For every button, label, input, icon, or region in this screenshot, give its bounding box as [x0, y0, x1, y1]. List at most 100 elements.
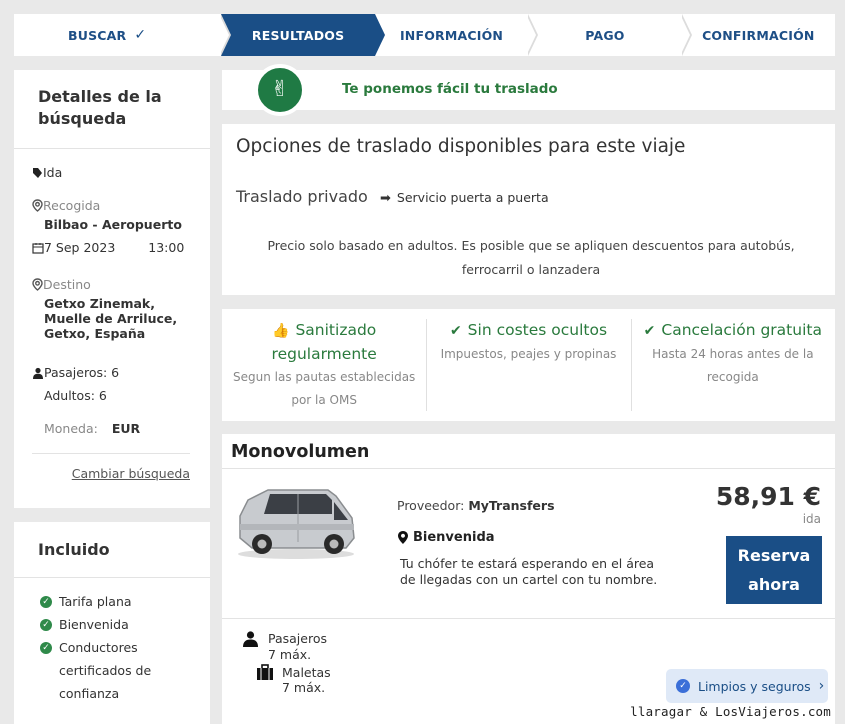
- door-to-door: ➡ Servicio puerta a puerta: [380, 190, 549, 206]
- passengers-max: 7 máx.: [268, 647, 312, 662]
- trip-type: Ida: [32, 165, 190, 180]
- included-title: Incluido: [14, 522, 210, 578]
- price: 58,91 €: [715, 482, 821, 511]
- person-icon: [33, 367, 43, 379]
- check-circle-icon: ✓: [40, 596, 52, 608]
- pricing-note: Precio solo basado en adultos. Es posibl…: [267, 238, 795, 277]
- step-chevron: [220, 14, 232, 56]
- door-to-door-label: Servicio puerta a puerta: [396, 190, 549, 205]
- calendar-icon: [32, 242, 44, 254]
- included-item: ✓ Tarifa plana: [40, 590, 196, 613]
- included-card: Incluido ✓ Tarifa plana ✓ Bienvenida ✓ Cond…: [14, 522, 210, 724]
- location-pin-icon: [32, 199, 43, 212]
- check-circle-icon: ✓: [40, 642, 52, 654]
- feature-desc: Hasta 24 horas antes de la recogida: [652, 347, 814, 384]
- feature-title: Sin costes ocultos: [467, 321, 608, 339]
- transfer-options-card: Opciones de traslado disponibles para es…: [222, 124, 835, 295]
- price-type: ida: [802, 512, 821, 526]
- feature-free-cancel: ✔ Cancelación gratuita Hasta 24 horas ant…: [630, 309, 835, 421]
- step-chevron: [373, 14, 385, 56]
- step-confirmacion[interactable]: CONFIRMACIÓN: [682, 14, 835, 56]
- minivan-image: [238, 489, 355, 559]
- search-details-title: Detalles de la búsqueda: [14, 70, 210, 149]
- time-value: 13:00: [148, 240, 185, 255]
- hand-ok-icon: ✌: [254, 64, 306, 116]
- tag-icon: [33, 167, 42, 178]
- pickup-value: Bilbao - Aeropuerto: [44, 217, 182, 232]
- step-label: BUSCAR: [68, 27, 127, 43]
- included-item-label: Tarifa plana: [59, 594, 132, 609]
- feature-desc: Impuestos, peajes y propinas: [440, 347, 617, 361]
- pickup-label-row: Recogida: [32, 198, 190, 213]
- book-now-button[interactable]: Reserva ahora: [726, 536, 822, 604]
- check-circle-icon: ✓: [40, 619, 52, 631]
- included-item: ✓ Bienvenida: [40, 613, 196, 636]
- included-item-label: Conductores certificados de confianza: [59, 640, 152, 701]
- divider: [222, 468, 835, 469]
- location-pin-icon: [398, 531, 408, 544]
- pickup-label: Recogida: [43, 198, 101, 213]
- destination-label: Destino: [43, 277, 91, 292]
- provider-label: Proveedor:: [397, 498, 465, 513]
- destination-value: Getxo Zinemak, Muelle de Arriluce, Getxo…: [44, 296, 178, 341]
- currency-row: Moneda: EUR: [32, 421, 190, 436]
- thumbs-up-icon: 👍: [272, 323, 290, 339]
- promo-banner: ✌ Te ponemos fácil tu traslado: [222, 64, 835, 116]
- features-card: 👍 Sanitizado regularmente Segun las pauta…: [222, 309, 835, 421]
- date-value: 7 Sep 2023: [44, 240, 116, 255]
- divider: [222, 618, 835, 619]
- location-pin-icon: [32, 278, 43, 291]
- feature-sanitized: 👍 Sanitizado regularmente Segun las pauta…: [222, 309, 426, 421]
- step-label: RESULTADOS: [251, 27, 345, 43]
- step-chevron: [527, 14, 539, 56]
- step-informacion[interactable]: INFORMACIÓN: [375, 14, 539, 56]
- luggage-label: Maletas: [282, 664, 331, 680]
- checkout-stepper: BUSCAR ✓ RESULTADOS INFORMACIÓN PAGO CON…: [14, 14, 835, 56]
- watermark: llaragar & LosViajeros.com: [630, 704, 831, 719]
- divider: [32, 453, 190, 454]
- search-details-card: Detalles de la búsqueda Ida Recogida Bil…: [14, 70, 210, 508]
- transfer-type: Traslado privado: [236, 187, 368, 206]
- included-item-label: Bienvenida: [59, 617, 129, 632]
- passengers-row: Pasajeros: 6: [32, 365, 190, 380]
- check-icon: ✓: [134, 27, 147, 43]
- shield-icon: ✓: [676, 679, 690, 693]
- step-buscar[interactable]: BUSCAR ✓: [14, 14, 232, 56]
- date-row: 7 Sep 2023 13:00: [32, 240, 190, 255]
- feature-no-hidden-costs: ✔ Sin costes ocultos Impuestos, peajes y …: [426, 309, 630, 421]
- currency-label: Moneda:: [44, 421, 98, 436]
- welcome-description: Tu chófer te estará esperando en el área…: [400, 556, 658, 587]
- person-icon: [243, 631, 258, 647]
- check-circle-icon: ✔: [449, 323, 462, 339]
- suitcase-icon: [257, 664, 273, 680]
- vehicle-title: Monovolumen: [231, 442, 370, 462]
- step-label: PAGO: [585, 27, 625, 43]
- step-label: CONFIRMACIÓN: [702, 27, 815, 43]
- change-search-link[interactable]: Cambiar búsqueda: [32, 466, 190, 481]
- passenger-capacity: Pasajeros 7 máx.: [242, 630, 327, 662]
- promo-text: Te ponemos fácil tu traslado: [342, 81, 558, 97]
- clean-safe-pill[interactable]: ✓ Limpios y seguros ›: [666, 669, 828, 703]
- passengers-label: Pasajeros: [268, 631, 327, 646]
- step-label: INFORMACIÓN: [399, 27, 504, 43]
- clean-safe-label: Limpios y seguros: [698, 678, 811, 694]
- chevron-right-icon: ›: [818, 678, 825, 694]
- included-item: ✓ Conductores certificados de confianza: [40, 636, 196, 705]
- options-title: Opciones de traslado disponibles para es…: [236, 136, 686, 157]
- luggage-capacity: Maletas 7 máx.: [256, 664, 331, 695]
- destination-label-row: Destino: [32, 277, 190, 292]
- feature-desc: Segun las pautas establecidas por la OMS: [233, 370, 416, 407]
- luggage-max: 7 máx.: [282, 680, 326, 695]
- welcome-title: Bienvenida: [413, 530, 495, 545]
- welcome-service: Bienvenida: [397, 530, 495, 545]
- check-circle-icon: ✔: [643, 323, 656, 339]
- provider-name: MyTransfers: [468, 498, 555, 513]
- adults-value: Adultos: 6: [44, 388, 107, 403]
- trip-type-value: Ida: [43, 165, 63, 180]
- step-resultados[interactable]: RESULTADOS: [221, 14, 385, 56]
- arrow-right-icon: ➡: [380, 191, 391, 206]
- step-pago[interactable]: PAGO: [528, 14, 692, 56]
- step-chevron: [680, 14, 692, 56]
- provider: Proveedor: MyTransfers: [397, 498, 555, 513]
- passengers-value: Pasajeros: 6: [44, 365, 120, 380]
